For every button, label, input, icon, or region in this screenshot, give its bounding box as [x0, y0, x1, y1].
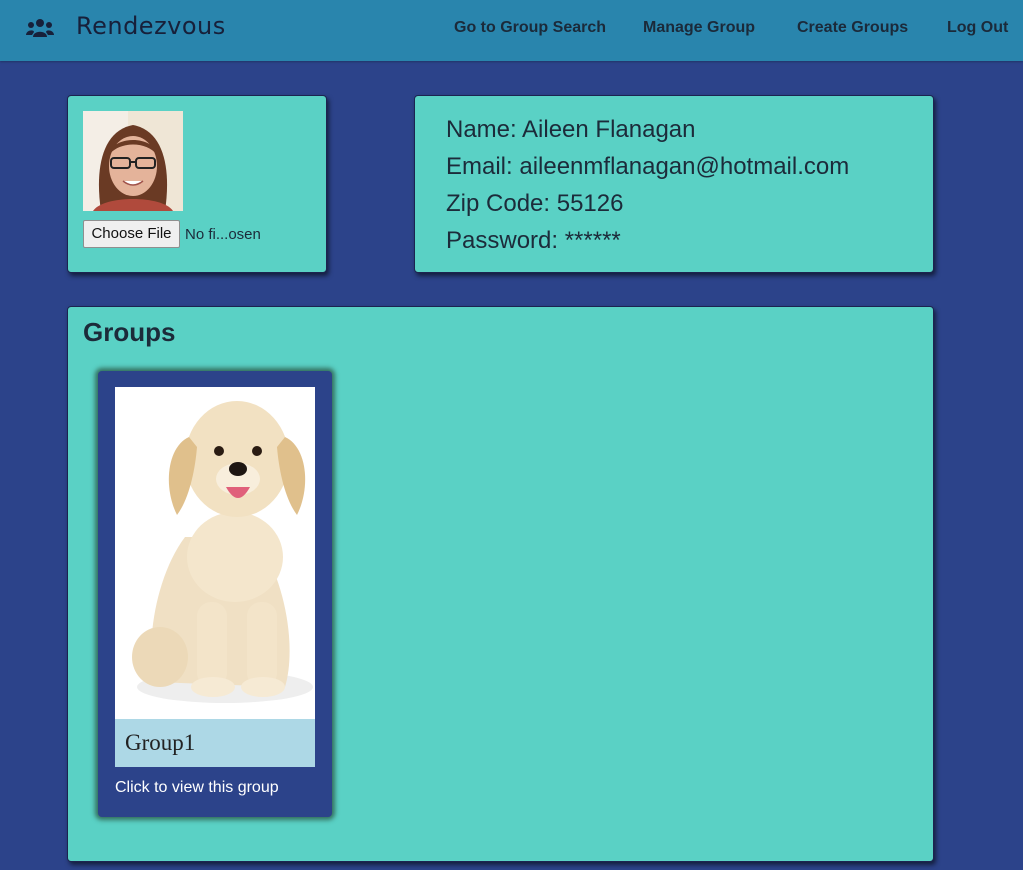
group-name: Group1 [125, 730, 196, 755]
users-icon [26, 19, 54, 37]
nav-logout-link[interactable]: Log Out [947, 19, 1008, 37]
user-info-card: Name: Aileen Flanagan Email: aileenmflan… [414, 95, 934, 273]
brand-title[interactable]: Rendezvous [76, 12, 226, 40]
user-zip: Zip Code: 55126 [446, 190, 624, 217]
group-tile[interactable]: Group1 Click to view this group [98, 371, 332, 817]
nav-create-groups-link[interactable]: Create Groups [797, 19, 908, 37]
user-name: Name: Aileen Flanagan [446, 116, 696, 143]
avatar [83, 111, 183, 211]
groups-card: Groups Group1 Click to view this group [67, 306, 934, 862]
file-status-text: No fi...osen [185, 226, 261, 243]
view-group-link[interactable]: Click to view this group [115, 779, 279, 797]
groups-heading: Groups [83, 317, 176, 347]
user-password: Password: ****** [446, 227, 621, 254]
nav-group-search-link[interactable]: Go to Group Search [454, 19, 606, 37]
choose-file-button[interactable]: Choose File [83, 220, 180, 248]
navbar: Rendezvous Go to Group Search Manage Gro… [0, 0, 1023, 61]
group-name-band: Group1 [115, 719, 315, 767]
puppy-illustration [132, 401, 313, 703]
user-email: Email: aileenmflanagan@hotmail.com [446, 153, 850, 180]
puppy-photo [115, 387, 315, 719]
nav-manage-group-link[interactable]: Manage Group [643, 19, 755, 37]
profile-photo-card: Choose File No fi...osen [67, 95, 327, 273]
